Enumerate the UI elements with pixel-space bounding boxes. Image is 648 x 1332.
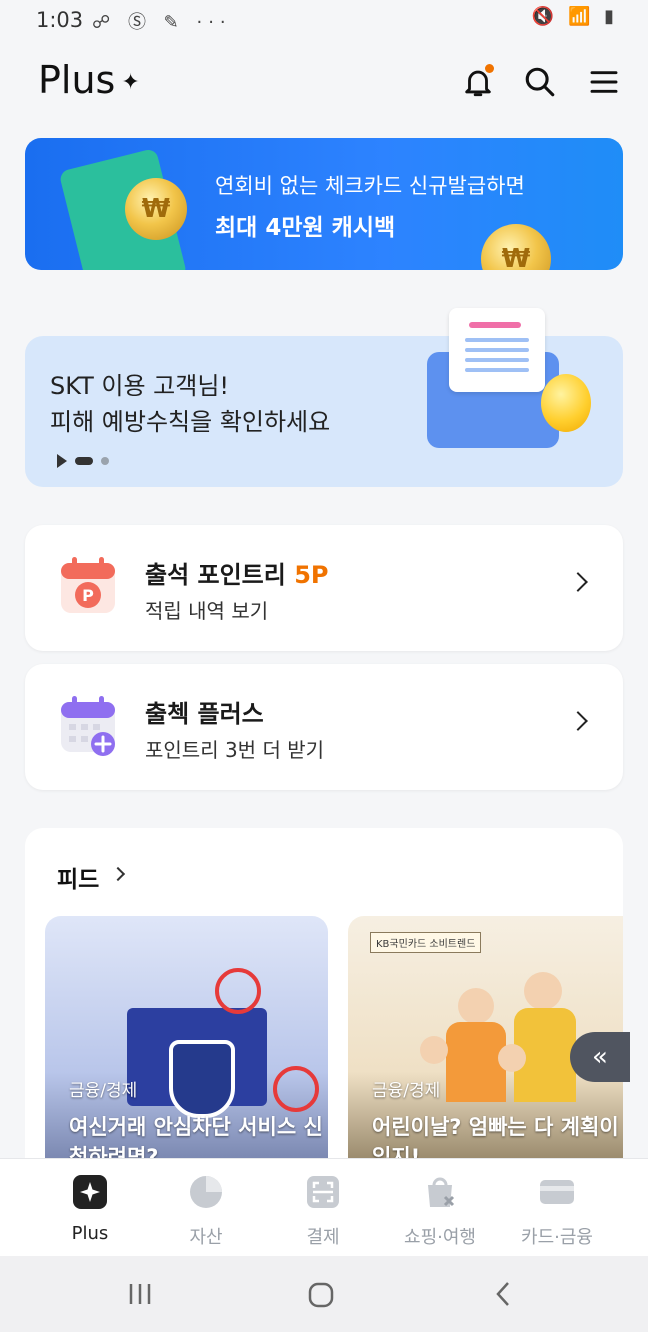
tab-label: 결제 bbox=[306, 1227, 340, 1248]
feed-title[interactable]: 피드 bbox=[57, 860, 99, 894]
tab-card-finance[interactable]: 카드·금융 bbox=[502, 1173, 612, 1249]
feed-item-category: 금융/경제 bbox=[372, 1081, 441, 1101]
scan-icon bbox=[307, 1176, 339, 1208]
lightbulb-illustration bbox=[541, 374, 591, 432]
info-banner-line1: SKT 이용 고객님! bbox=[50, 372, 230, 400]
check-plus-subtitle: 포인트리 3번 더 받기 bbox=[145, 738, 324, 762]
tab-assets[interactable]: 자산 bbox=[151, 1173, 261, 1249]
chevron-right-icon bbox=[568, 711, 588, 731]
logo-text: Plus bbox=[38, 58, 116, 102]
svg-text:P: P bbox=[82, 586, 94, 605]
plus-sparkle-icon bbox=[73, 1175, 107, 1209]
check-plus-title: 출첵 플러스 bbox=[145, 700, 264, 728]
doc-header-line bbox=[469, 322, 521, 328]
bottom-tab-bar: Plus 자산 결제 쇼핑·여행 카드·금융 bbox=[0, 1158, 648, 1257]
check-card-promo-banner[interactable]: ₩ ₩ 연회비 없는 체크카드 신규발급하면 최대 4만원 캐시백 bbox=[25, 138, 623, 270]
tab-label: 카드·금융 bbox=[521, 1227, 593, 1248]
person-illustration bbox=[524, 972, 562, 1010]
recent-apps-icon[interactable] bbox=[126, 1280, 154, 1308]
attendance-points-card[interactable]: P 출석 포인트리 5P 적립 내역 보기 bbox=[25, 525, 623, 651]
tab-label: 자산 bbox=[189, 1227, 223, 1248]
status-time: 1:03 bbox=[36, 8, 84, 32]
home-icon[interactable] bbox=[306, 1280, 336, 1310]
calendar-points-icon: P bbox=[61, 557, 115, 613]
check-plus-card[interactable]: 출첵 플러스 포인트리 3번 더 받기 bbox=[25, 664, 623, 790]
notification-dot bbox=[485, 64, 494, 73]
info-banner-line2: 피해 예방수칙을 확인하세요 bbox=[50, 408, 331, 436]
status-bar: 1:03 ☍ Ⓢ ✎ ··· 🔇 📶 ▮ bbox=[0, 0, 648, 40]
person-illustration bbox=[458, 988, 494, 1024]
promo-line1: 연회비 없는 체크카드 신규발급하면 bbox=[215, 174, 525, 198]
calendar-plus-icon bbox=[61, 696, 115, 756]
menu-button[interactable] bbox=[584, 62, 624, 102]
pager-dot-active[interactable] bbox=[75, 457, 93, 465]
prohibited-icon bbox=[273, 1066, 319, 1112]
promo-line2: 최대 4만원 캐시백 bbox=[215, 215, 396, 241]
tab-shopping-travel[interactable]: 쇼핑·여행 bbox=[385, 1173, 495, 1249]
banner-pager bbox=[57, 454, 109, 468]
autoplay-icon[interactable] bbox=[57, 454, 67, 468]
prohibited-icon bbox=[215, 968, 261, 1014]
search-icon bbox=[525, 67, 555, 97]
feed-item-category: 금융/경제 bbox=[69, 1081, 138, 1101]
doc-line bbox=[465, 348, 529, 352]
notification-bell-button[interactable] bbox=[458, 62, 498, 102]
feed-section: 피드 금융/경제 여신거래 안심차단 서비스 신청하려면? KB국민카드 소비트… bbox=[25, 828, 623, 1168]
plus-logo: Plus ✦ bbox=[38, 58, 140, 102]
shopping-bag-icon bbox=[428, 1177, 455, 1207]
chevron-right-icon[interactable] bbox=[110, 866, 126, 882]
search-button[interactable] bbox=[520, 62, 560, 102]
credit-card-icon bbox=[540, 1180, 574, 1204]
pager-dot[interactable] bbox=[101, 457, 109, 465]
coin-icon: ₩ bbox=[125, 178, 187, 240]
person-illustration bbox=[420, 1036, 448, 1064]
tab-plus[interactable]: Plus bbox=[35, 1173, 145, 1244]
app-header: Plus ✦ bbox=[0, 40, 648, 130]
pie-chart-icon bbox=[190, 1176, 222, 1208]
document-illustration bbox=[449, 308, 545, 392]
chevron-right-icon bbox=[568, 572, 588, 592]
attendance-subtitle: 적립 내역 보기 bbox=[145, 599, 269, 623]
card-title: 출석 포인트리 5P bbox=[145, 555, 329, 590]
fraud-prevention-banner[interactable]: SKT 이용 고객님! 피해 예방수칙을 확인하세요 bbox=[25, 308, 623, 487]
tab-label: Plus bbox=[71, 1223, 109, 1244]
tab-payment[interactable]: 결제 bbox=[268, 1173, 378, 1249]
doc-line bbox=[465, 358, 529, 362]
hamburger-menu-icon bbox=[590, 71, 618, 93]
collapse-side-button[interactable]: « bbox=[570, 1032, 630, 1082]
status-system-icons: 🔇 📶 ▮ bbox=[531, 6, 618, 27]
feed-item[interactable]: 금융/경제 여신거래 안심차단 서비스 신청하려면? bbox=[45, 916, 328, 1168]
logo-spark-icon: ✦ bbox=[121, 70, 140, 95]
doc-line bbox=[465, 368, 529, 372]
person-illustration bbox=[446, 1022, 506, 1102]
system-navigation-bar bbox=[0, 1256, 648, 1332]
status-notification-icons: ☍ Ⓢ ✎ ··· bbox=[92, 12, 232, 33]
person-illustration bbox=[498, 1044, 526, 1072]
attendance-title: 출석 포인트리 bbox=[145, 561, 286, 589]
doc-line bbox=[465, 338, 529, 342]
back-icon[interactable] bbox=[490, 1280, 518, 1308]
shield-lock-icon bbox=[169, 1040, 235, 1118]
feed-item-badge: KB국민카드 소비트렌드 bbox=[370, 932, 482, 953]
points-value: 5P bbox=[294, 561, 329, 589]
tab-label: 쇼핑·여행 bbox=[404, 1227, 476, 1248]
coin-icon: ₩ bbox=[481, 224, 551, 270]
